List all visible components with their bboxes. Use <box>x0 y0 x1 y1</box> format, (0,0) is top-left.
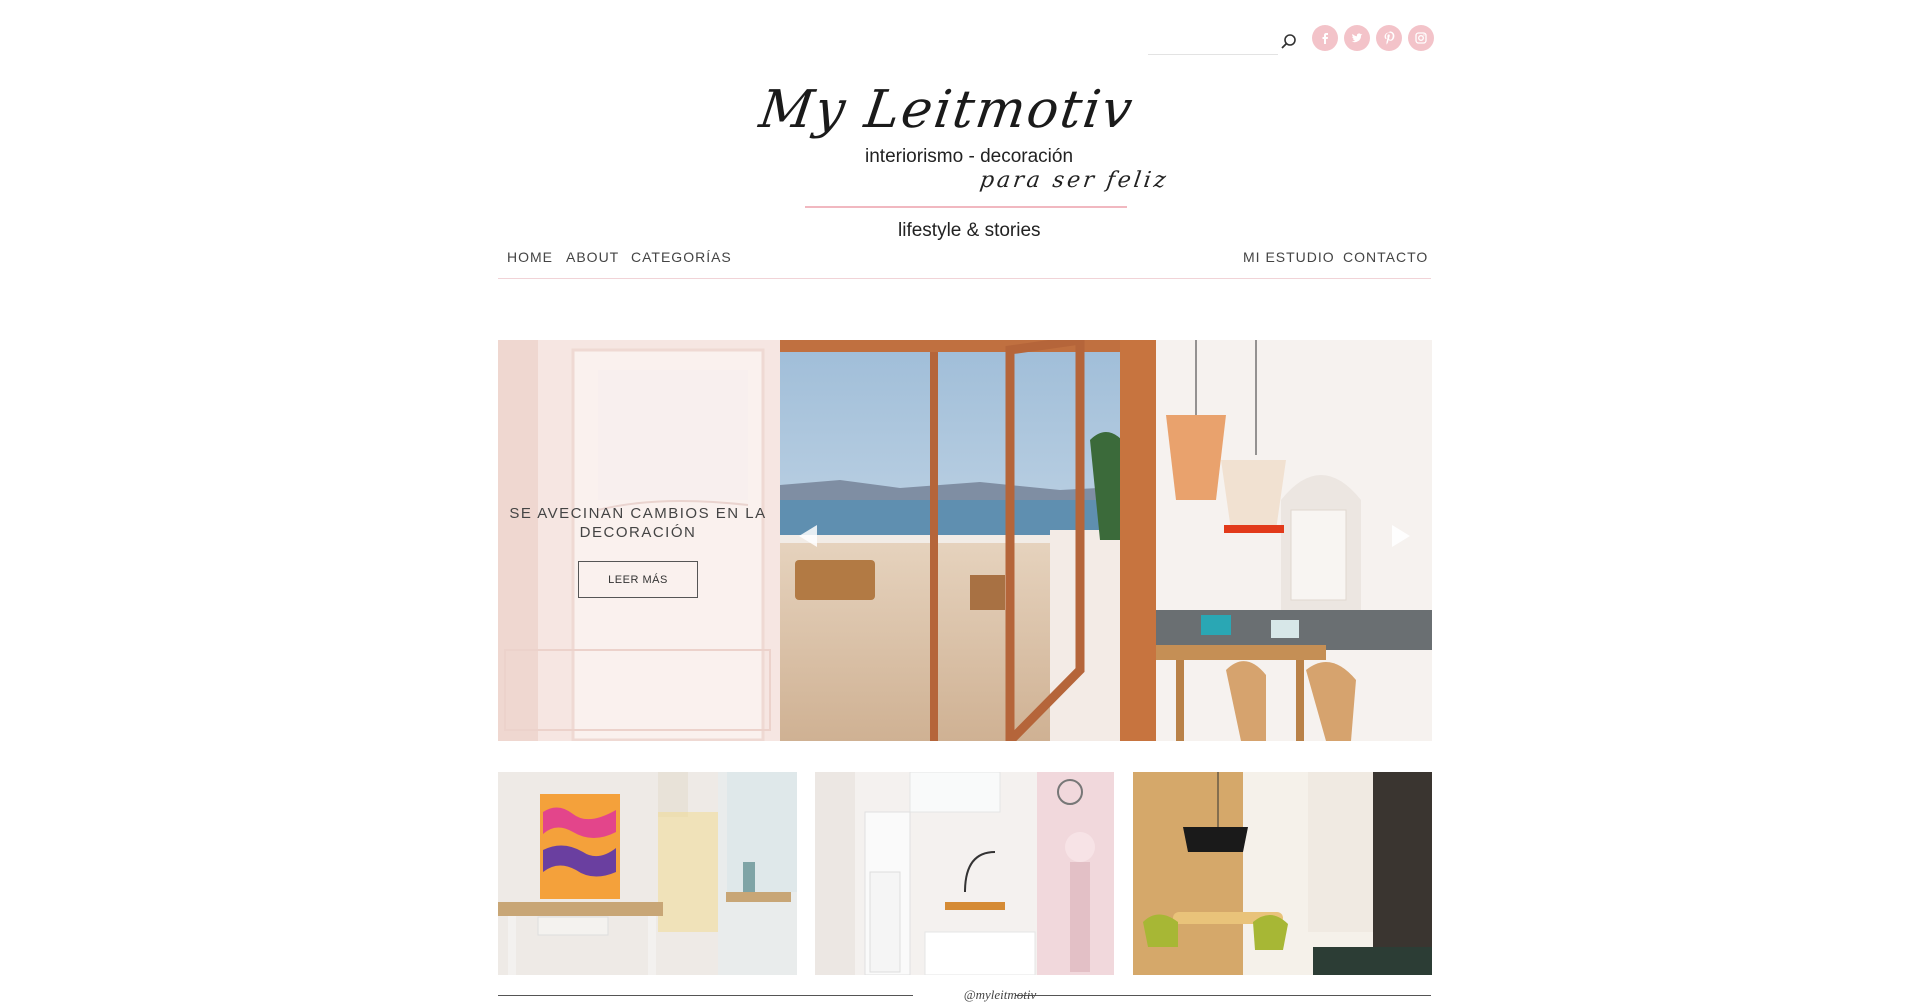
pinterest-icon[interactable] <box>1376 25 1402 51</box>
hero-slider: SE AVECINAN CAMBIOS EN LA DECORACIÓN LEE… <box>498 340 1432 741</box>
slider-prev-arrow-icon[interactable] <box>795 523 821 549</box>
thumbnail-bathroom[interactable] <box>815 772 1114 975</box>
search-field[interactable] <box>1148 28 1278 55</box>
logo-lifestyle: lifestyle & stories <box>898 220 1041 241</box>
read-more-button[interactable]: LEER MÁS <box>578 561 698 598</box>
logo-subtitle: interiorismo - decoración <box>865 146 1074 167</box>
logo-tagline: para ser feliz <box>978 168 1171 193</box>
thumbnail-dining-room[interactable] <box>1133 772 1432 975</box>
slide-caption: SE AVECINAN CAMBIOS EN LA DECORACIÓN LEE… <box>498 340 778 741</box>
footer-divider-left <box>498 995 913 996</box>
slider-next-arrow-icon[interactable] <box>1388 523 1414 549</box>
nav-home[interactable]: HOME <box>507 249 553 265</box>
main-nav: HOME ABOUT CATEGORÍAS MI ESTUDIO CONTACT… <box>498 244 1431 279</box>
instagram-icon[interactable] <box>1408 25 1434 51</box>
logo-divider <box>805 206 1127 208</box>
nav-mi-estudio[interactable]: MI ESTUDIO <box>1243 249 1335 265</box>
site-logo[interactable]: My Leitmotiv interiorismo - decoración p… <box>740 70 1180 250</box>
logo-script: My Leitmotiv <box>755 80 1138 140</box>
slide-image-terrace <box>780 340 1156 741</box>
thumbnail-living[interactable] <box>498 772 797 975</box>
nav-about[interactable]: ABOUT <box>566 249 619 265</box>
slide-image-faded: SE AVECINAN CAMBIOS EN LA DECORACIÓN LEE… <box>498 340 780 741</box>
twitter-icon[interactable] <box>1344 25 1370 51</box>
facebook-icon[interactable] <box>1312 25 1338 51</box>
slide-title: SE AVECINAN CAMBIOS EN LA DECORACIÓN <box>509 505 767 541</box>
nav-categorias[interactable]: CATEGORÍAS <box>631 249 732 265</box>
nav-contacto[interactable]: CONTACTO <box>1343 249 1428 265</box>
search-input[interactable] <box>1148 28 1278 52</box>
instagram-handle-link[interactable]: @myleitmotiv <box>910 987 1090 1003</box>
search-icon[interactable] <box>1280 33 1298 51</box>
